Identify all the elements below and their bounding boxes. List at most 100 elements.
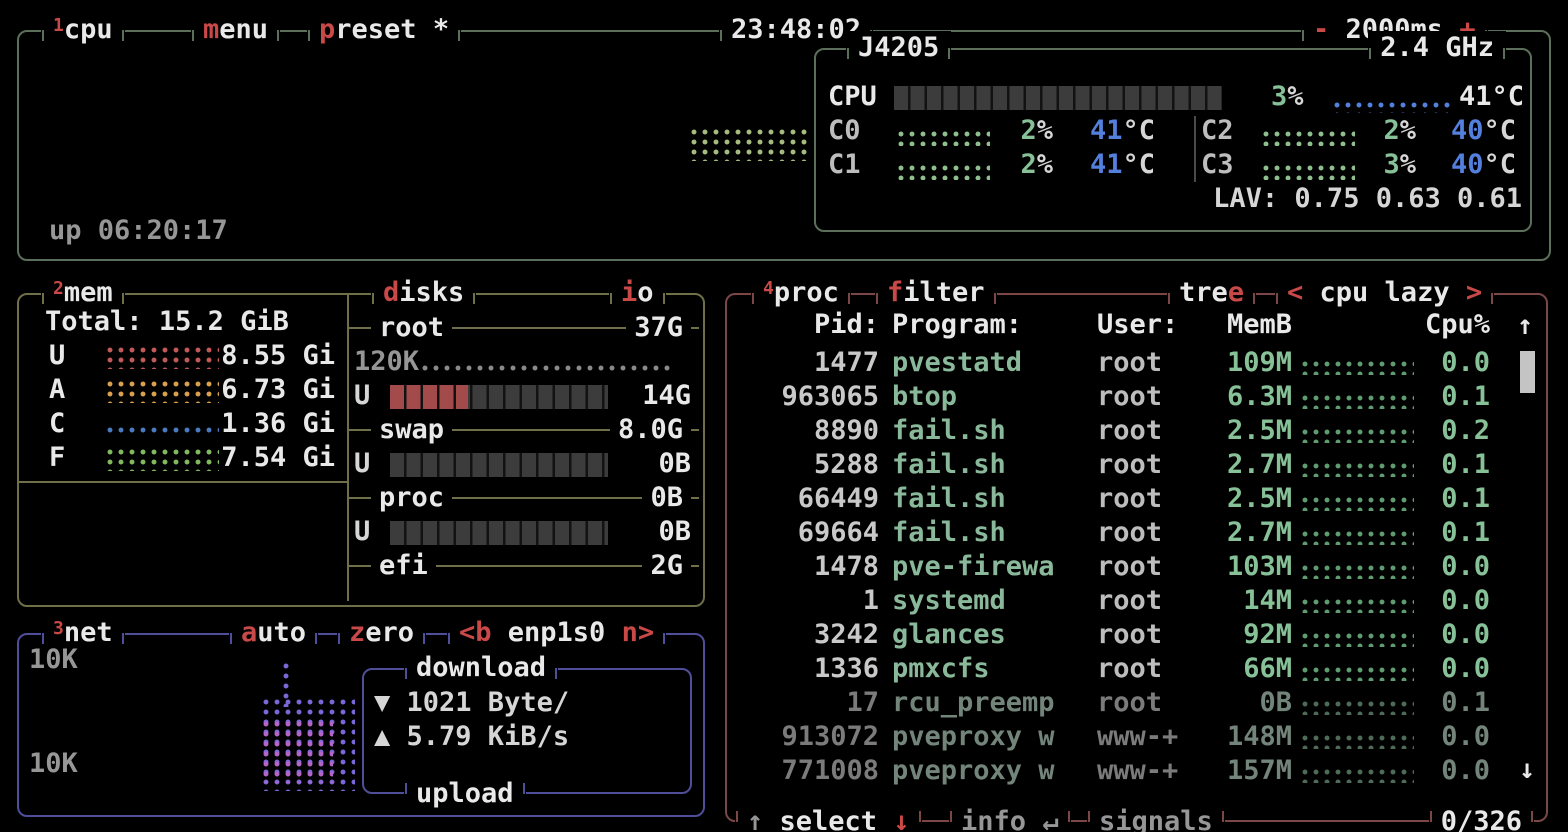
- disk-swap-size: 8.0G: [610, 413, 691, 447]
- disk-swap-meter: [390, 453, 608, 477]
- process-cpu-graph: [1302, 599, 1414, 613]
- process-row[interactable]: 17rcu_preemproot0B0.1: [727, 687, 1546, 721]
- process-cpu-graph: [1302, 701, 1414, 715]
- sort-value: cpu lazy: [1320, 277, 1450, 308]
- disk-efi-size: 2G: [642, 549, 691, 583]
- process-cpu-graph: [1302, 395, 1414, 409]
- process-cpu-graph: [1302, 361, 1414, 375]
- process-cpu-graph: [1302, 463, 1414, 477]
- sort-next-button[interactable]: >: [1466, 277, 1482, 308]
- cpu-total-label: CPU: [828, 80, 877, 114]
- disk-proc-size: 0B: [642, 481, 691, 515]
- process-row[interactable]: 1478pve-firewaroot103M0.0: [727, 551, 1546, 585]
- io-button[interactable]: io: [609, 276, 666, 310]
- process-cpu-graph: [1302, 497, 1414, 511]
- preset-button[interactable]: preset *: [307, 13, 461, 47]
- download-arrow-icon: ▼: [374, 687, 390, 718]
- process-cpu-graph: [1302, 633, 1414, 647]
- select-down-icon[interactable]: ↓: [893, 806, 909, 832]
- core-c3-graph: [1263, 165, 1355, 180]
- core-c3: C3 3% 40°C: [1201, 148, 1551, 182]
- net-scale-bottom: 10K: [29, 747, 78, 781]
- sort-switcher: < cpu lazy >: [1275, 276, 1494, 310]
- disk-root-used: 14G: [642, 379, 691, 413]
- uptime: up 06:20:17: [49, 214, 228, 248]
- disk-swap-used-label: U: [354, 447, 370, 481]
- core-c0: C0 2% 41°C: [828, 114, 1178, 148]
- process-cpu-graph: [1302, 429, 1414, 443]
- process-cpu-graph: [1302, 735, 1414, 749]
- disk-proc-name: proc: [371, 481, 452, 515]
- upload-row: ▲ 5.79 KiB/s: [374, 720, 569, 754]
- filter-button[interactable]: filter: [875, 276, 997, 310]
- disk-proc-used: 0B: [658, 515, 691, 549]
- process-row[interactable]: 8890fail.shroot2.5M0.2: [727, 415, 1546, 449]
- process-row[interactable]: 3242glancesroot92M0.0: [727, 619, 1546, 653]
- cpu-model: J4205: [846, 31, 951, 65]
- mem-hotkey: 2: [53, 272, 64, 306]
- disk-root-meter: [390, 385, 608, 409]
- cpu-box: 1cpu menu preset * 23:48:02 - 2000ms + u…: [17, 30, 1551, 261]
- process-cpu-graph: [1302, 769, 1414, 783]
- info-button[interactable]: info ↵: [949, 805, 1071, 832]
- net-auto-button[interactable]: auto: [229, 616, 318, 650]
- net-hotkey: 3: [53, 612, 64, 646]
- menu-button[interactable]: menu: [191, 13, 280, 47]
- disk-efi-name: efi: [371, 549, 436, 583]
- download-label: download: [404, 651, 558, 685]
- process-row[interactable]: 963065btoproot6.3M0.1: [727, 381, 1546, 415]
- proc-box-title[interactable]: 4proc: [751, 276, 851, 310]
- select-label: select: [780, 806, 878, 832]
- mem-avail-label: A: [49, 373, 65, 407]
- core-c1-graph: [898, 165, 990, 180]
- net-prev-button[interactable]: <b: [459, 617, 492, 648]
- sort-direction-icon: ↑: [1517, 309, 1533, 343]
- process-row[interactable]: 1477pvestatdroot109M0.0: [727, 347, 1546, 381]
- disk-proc-meter: [390, 521, 608, 545]
- select-control: ↑ select ↓: [735, 805, 922, 832]
- upload-value: 5.79 KiB/s: [407, 721, 570, 752]
- sort-prev-button[interactable]: <: [1287, 277, 1303, 308]
- core-c0-graph: [898, 131, 990, 146]
- cpu-detail-box: J4205 2.4 GHz CPU 3% 41°C C0 2% 41°C C1 …: [814, 48, 1532, 232]
- mem-divider-h: [19, 481, 347, 483]
- mem-box: 2mem disks io Total: 15.2 GiB U 8.55 Gi …: [17, 293, 705, 607]
- process-row[interactable]: 66449fail.shroot2.5M0.1: [727, 483, 1546, 517]
- disk-root-io: 120K: [354, 345, 419, 379]
- disk-root-name: root: [371, 311, 452, 345]
- cpu-total-percent: 3%: [1271, 80, 1304, 114]
- net-interface-name: enp1s0: [508, 617, 606, 648]
- interval-minus-button[interactable]: -: [1313, 14, 1329, 45]
- disks-divider-v: [347, 295, 349, 601]
- cpu-total-temp: 41°C: [1442, 80, 1524, 114]
- mem-free-graph: [107, 449, 219, 471]
- cpu-frequency: 2.4 GHz: [1368, 31, 1506, 65]
- net-download-graph-2: [263, 721, 333, 783]
- net-zero-button[interactable]: zero: [337, 616, 426, 650]
- select-up-icon[interactable]: ↑: [747, 806, 763, 832]
- process-cpu-graph: [1302, 667, 1414, 681]
- cpu-hotkey: 1: [53, 9, 64, 43]
- proc-header-row: Pid: Program: User: MemB Cpu% ↑: [727, 309, 1546, 343]
- proc-box: 4proc filter tree < cpu lazy > Pid: Prog…: [725, 293, 1548, 822]
- disks-title[interactable]: disks: [371, 276, 476, 310]
- cpu-total-meter: [894, 86, 1222, 110]
- process-cpu-graph: [1302, 531, 1414, 545]
- process-row[interactable]: 5288fail.shroot2.7M0.1: [727, 449, 1546, 483]
- process-row[interactable]: 771008pveproxy wwww-+157M0.0: [727, 755, 1546, 789]
- core-c2: C2 2% 40°C: [1201, 114, 1551, 148]
- signals-button[interactable]: signals: [1087, 805, 1225, 832]
- mem-total: Total: 15.2 GiB: [45, 305, 289, 339]
- process-row[interactable]: 913072pveproxy wwww-+148M0.0: [727, 721, 1546, 755]
- tree-button[interactable]: tree: [1167, 276, 1256, 310]
- net-next-button[interactable]: n>: [622, 617, 655, 648]
- process-row[interactable]: 1336pmxcfsroot66M0.0: [727, 653, 1546, 687]
- download-row: ▼ 1021 Byte/: [374, 686, 569, 720]
- cpu-box-title[interactable]: 1cpu: [41, 13, 125, 47]
- process-row[interactable]: 69664fail.shroot2.7M0.1: [727, 517, 1546, 551]
- enter-icon: ↵: [1042, 806, 1058, 832]
- process-row[interactable]: 1systemdroot14M0.0: [727, 585, 1546, 619]
- preset-star: *: [433, 14, 449, 45]
- download-value: 1021 Byte/: [407, 687, 570, 718]
- disk-swap-used: 0B: [658, 447, 691, 481]
